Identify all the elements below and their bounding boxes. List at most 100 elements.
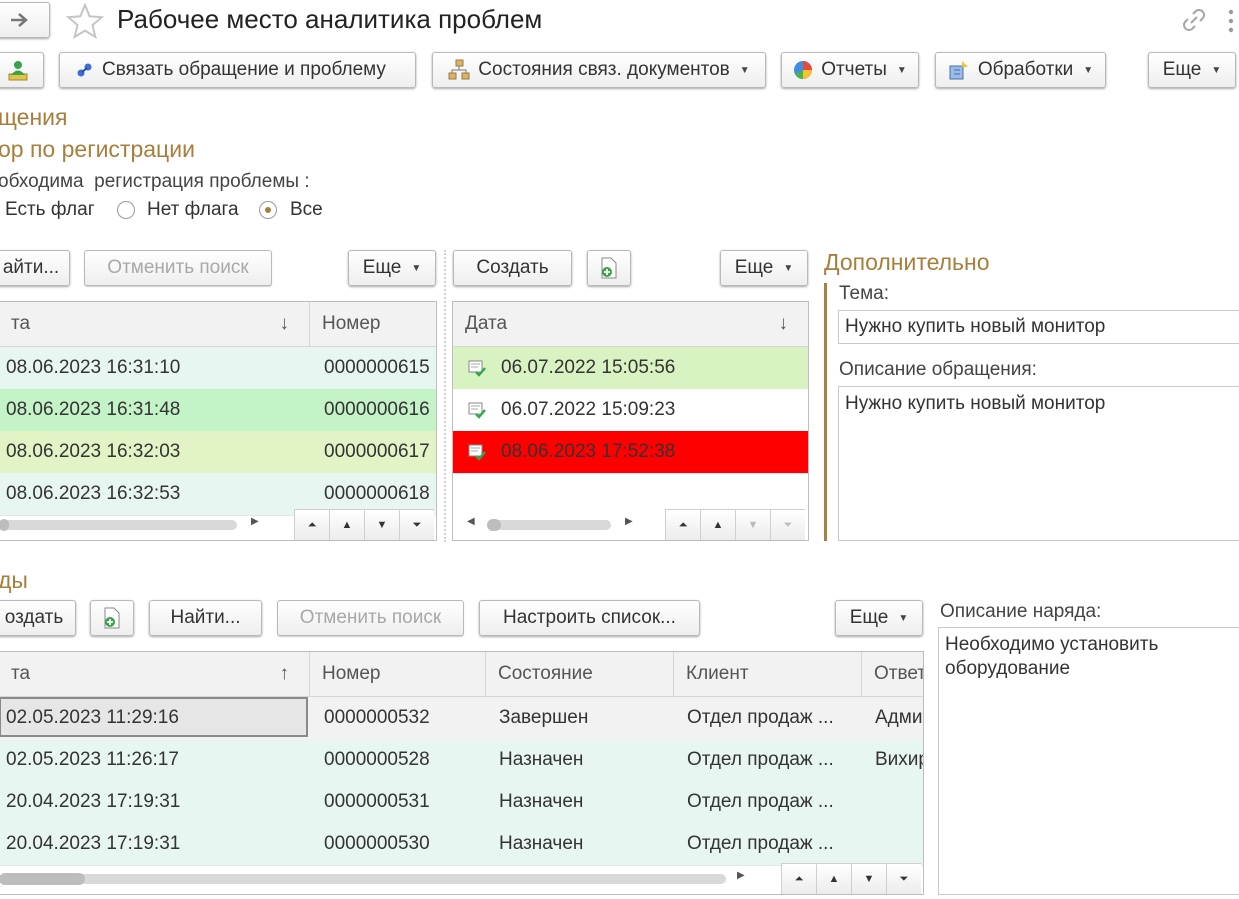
orders-create-button[interactable]: оздать [0, 600, 76, 636]
last-row-button[interactable]: ⏷ [770, 510, 805, 540]
order-description-field[interactable]: Необходимо установить оборудование [938, 627, 1239, 895]
cell-date: 06.07.2022 15:05:56 [501, 357, 676, 378]
link-icon[interactable] [1180, 6, 1208, 34]
first-row-button[interactable]: ⏶ [294, 510, 329, 540]
table-row[interactable]: 06.07.2022 15:05:56 [453, 347, 808, 390]
dropdown-arrow-icon: ▼ [1083, 64, 1094, 76]
additional-title: Дополнительно [824, 249, 990, 275]
column-responsible[interactable]: Ответ [862, 652, 923, 696]
scroll-right-icon[interactable]: ▶ [625, 516, 633, 527]
toolbar-more-button[interactable]: Еще ▼ [1148, 52, 1236, 88]
processing-icon [949, 61, 968, 80]
column-number[interactable]: Номер [310, 652, 486, 696]
requests-table-header: та ↓ Номер [0, 302, 436, 347]
reports-button[interactable]: Отчеты ▼ [781, 52, 919, 88]
orders-find-button[interactable]: Найти... [149, 600, 262, 636]
orders-configure-list-button[interactable]: Настроить список... [479, 600, 700, 636]
horizontal-scrollbar[interactable] [0, 520, 237, 530]
next-row-button[interactable]: ▼ [851, 864, 886, 894]
linked-create-button[interactable]: Создать [453, 250, 572, 286]
last-row-button[interactable]: ⏷ [399, 510, 434, 540]
radio-all[interactable] [259, 201, 277, 219]
dropdown-arrow-icon: ▼ [739, 64, 750, 76]
column-date[interactable]: та ↓ [0, 302, 310, 346]
cell-date: 20.04.2023 17:19:31 [6, 833, 181, 854]
forward-button[interactable] [0, 2, 50, 38]
scroll-right-icon[interactable]: ▶ [737, 870, 745, 881]
column-date[interactable]: Дата ↓ [453, 302, 808, 346]
orders-create-label: оздать [4, 607, 64, 628]
requests-table[interactable]: та ↓ Номер 08.06.2023 16:31:10 0000000615… [0, 301, 437, 541]
cell-number: 0000000530 [324, 833, 430, 854]
requests-find-button[interactable]: айти... [0, 250, 70, 286]
horizontal-scrollbar[interactable] [0, 874, 726, 884]
column-number-label: Номер [322, 313, 381, 334]
column-number[interactable]: Номер [310, 302, 436, 346]
table-row[interactable]: 20.04.2023 17:19:31 0000000530 Назначен Отд… [0, 823, 923, 866]
next-row-button[interactable]: ▼ [364, 510, 399, 540]
orders-more-button[interactable]: Еще ▼ [835, 600, 923, 636]
scrollbar-thumb[interactable] [487, 519, 501, 531]
linked-more-button[interactable]: Еще ▼ [720, 250, 808, 286]
more-vertical-icon[interactable] [1226, 8, 1236, 34]
cell-number: 0000000617 [324, 441, 430, 462]
scrollbar-thumb[interactable] [0, 519, 9, 531]
previous-row-button[interactable]: ▲ [816, 864, 851, 894]
column-client[interactable]: Клиент [674, 652, 862, 696]
cell-date: 08.06.2023 16:32:03 [6, 441, 181, 462]
horizontal-scrollbar[interactable] [487, 520, 611, 530]
radio-has-flag-label[interactable]: Есть флаг [5, 199, 95, 221]
orders-table[interactable]: та ↑ Номер Состояние Клиент Ответ 02.05.… [0, 651, 924, 895]
requests-more-button[interactable]: Еще ▼ [348, 250, 436, 286]
requests-cancel-search-button[interactable]: Отменить поиск [84, 250, 272, 286]
sort-descending-icon: ↓ [279, 313, 290, 334]
table-row[interactable]: 08.06.2023 16:31:48 0000000616 [0, 389, 436, 432]
first-row-button[interactable]: ⏶ [781, 864, 816, 894]
processing-button[interactable]: Обработки ▼ [935, 52, 1106, 88]
cell-number: 0000000615 [324, 357, 430, 378]
person-action-button[interactable] [0, 52, 44, 88]
radio-all-label[interactable]: Все [290, 199, 323, 221]
dropdown-arrow-icon: ▼ [411, 262, 422, 274]
scrollbar-thumb[interactable] [0, 873, 85, 885]
linked-documents-table[interactable]: Дата ↓ 06.07.2022 15:05:56 06.07.2022 15:… [452, 301, 809, 541]
link-request-problem-button[interactable]: Связать обращение и проблему [59, 52, 416, 88]
last-row-button[interactable]: ⏷ [886, 864, 921, 894]
table-row[interactable]: 06.07.2022 15:09:23 [453, 389, 808, 432]
person-icon [8, 61, 28, 81]
column-number-label: Номер [322, 663, 381, 684]
splitter[interactable] [444, 250, 446, 542]
previous-row-button[interactable]: ▲ [700, 510, 735, 540]
cell-date: 02.05.2023 11:26:17 [6, 749, 179, 770]
document-posted-icon [467, 442, 487, 462]
orders-cancel-search-button[interactable]: Отменить поиск [277, 600, 464, 636]
cell-date: 08.06.2023 16:32:53 [6, 483, 181, 504]
radio-no-flag[interactable] [117, 201, 135, 219]
column-date[interactable]: та ↑ [0, 652, 310, 696]
linked-create-label: Создать [476, 257, 549, 278]
column-state[interactable]: Состояние [486, 652, 674, 696]
requests-section-title: щения [0, 104, 68, 130]
dropdown-arrow-icon: ▼ [783, 262, 794, 274]
star-icon[interactable] [66, 3, 104, 39]
cell-date: 08.06.2023 16:31:10 [6, 357, 181, 378]
scroll-right-icon[interactable]: ▶ [251, 516, 259, 527]
request-description-field[interactable]: Нужно купить новый монитор [838, 386, 1239, 541]
radio-no-flag-label[interactable]: Нет флага [147, 199, 239, 221]
previous-row-button[interactable]: ▲ [329, 510, 364, 540]
scroll-left-icon[interactable]: ◀ [467, 516, 475, 527]
document-states-button[interactable]: Состояния связ. документов ▼ [432, 52, 766, 88]
table-row[interactable]: 20.04.2023 17:19:31 0000000531 Назначен Отд… [0, 781, 923, 824]
topic-field[interactable]: Нужно купить новый монитор [838, 310, 1239, 344]
linked-add-document-button[interactable] [587, 250, 631, 286]
orders-add-document-button[interactable] [90, 600, 134, 636]
cell-client: Отдел продаж ... [687, 707, 834, 728]
cell-client: Отдел продаж ... [687, 791, 834, 812]
table-row[interactable]: 08.06.2023 16:32:03 0000000617 [0, 431, 436, 474]
table-row[interactable]: 08.06.2023 16:31:10 0000000615 [0, 347, 436, 390]
table-row[interactable]: 02.05.2023 11:29:16 0000000532 Завершен Отд… [0, 697, 923, 740]
next-row-button[interactable]: ▼ [735, 510, 770, 540]
table-row[interactable]: 08.06.2023 17:52:38 [453, 431, 808, 474]
first-row-button[interactable]: ⏶ [665, 510, 700, 540]
table-row[interactable]: 02.05.2023 11:26:17 0000000528 Назначен Отд… [0, 739, 923, 782]
